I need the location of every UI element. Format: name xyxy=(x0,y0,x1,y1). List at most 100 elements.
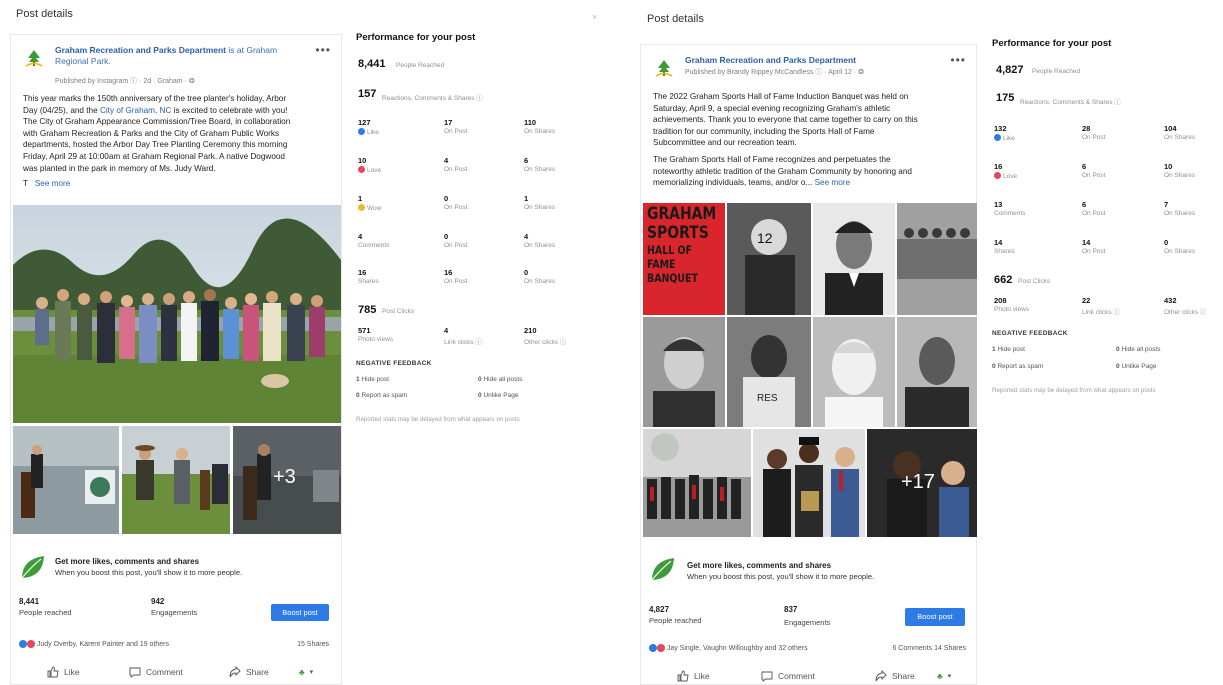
reactions-names[interactable]: Judy Overby, Karent Painter and 19 other… xyxy=(37,641,169,648)
group-photo[interactable] xyxy=(643,429,751,537)
thumbnail-photo[interactable] xyxy=(122,426,230,534)
tree-logo-icon[interactable] xyxy=(653,57,675,79)
post-line: achievements. Thank you to everyone that… xyxy=(653,115,918,125)
engagements-label: Engagements xyxy=(151,608,198,617)
post-line: Day (04/25), and the City of Graham, NC … xyxy=(23,105,288,115)
reactions-summary[interactable]: Judy Overby, Karent Painter and 19 other… xyxy=(19,640,169,648)
city-link[interactable]: City of Graham, NC xyxy=(100,106,171,115)
on-post-label: On Post xyxy=(444,278,468,285)
portrait-photo[interactable] xyxy=(813,203,895,315)
shares-count[interactable]: 15 Shares xyxy=(297,641,329,648)
like-reaction-icon xyxy=(358,128,365,135)
tree-logo-icon[interactable] xyxy=(23,47,45,69)
like-on-post: 17 xyxy=(444,118,453,127)
see-more-link[interactable]: See more xyxy=(815,178,851,187)
reached-label: People Reached xyxy=(396,62,445,69)
on-post-label: On Post xyxy=(444,242,468,249)
boost-post-button[interactable]: Boost post xyxy=(271,604,329,621)
more-photos-count[interactable]: +17 xyxy=(901,471,935,494)
people-reached-value: 4,827 xyxy=(649,605,670,614)
reactions-label: Reactions, Comments & Shares ⓘ xyxy=(1020,99,1121,106)
baseball-photo[interactable]: RES xyxy=(727,317,811,427)
boost-post-button[interactable]: Boost post xyxy=(905,608,965,626)
shares-count-stat: 14 xyxy=(994,238,1003,247)
like-button[interactable]: Like xyxy=(677,670,761,682)
comment-button[interactable]: Comment xyxy=(761,670,875,682)
wow-on-post: 0 xyxy=(444,194,449,203)
boost-subtitle: When you boost this post, you'll show it… xyxy=(687,572,875,581)
love-reaction-icon xyxy=(358,166,365,173)
panel-title: Post details xyxy=(647,13,704,25)
audience-icon[interactable]: ♣ ▾ xyxy=(299,666,313,678)
more-dots-icon[interactable]: ••• xyxy=(315,43,331,57)
share-button[interactable]: Share xyxy=(875,670,937,682)
wow-on-shares: 1 xyxy=(524,194,529,203)
engagements-value: 837 xyxy=(784,605,798,614)
banquet-banner-photo[interactable]: GRAHAM SPORTS HALL OF FAME BANQUET xyxy=(643,203,725,315)
post-card: Graham Recreation and Parks Department i… xyxy=(10,34,342,685)
thumbnail-photo[interactable] xyxy=(13,426,119,534)
share-button[interactable]: Share xyxy=(229,666,299,678)
reactions-value: 157 xyxy=(358,88,377,100)
reached-value: 8,441 xyxy=(358,58,386,70)
page-name[interactable]: Graham Recreation and Parks Department xyxy=(685,55,935,66)
shares-on-post: 14 xyxy=(1082,238,1091,247)
main-photo[interactable] xyxy=(13,205,341,423)
post-actions: Like Comment Share ♣ ▾ xyxy=(677,670,967,682)
close-icon[interactable]: × xyxy=(592,12,597,22)
link-clicks-label: Link clicks ⓘ xyxy=(444,339,482,346)
award-photo[interactable] xyxy=(753,429,865,537)
page-name-text[interactable]: Graham Recreation and Parks Department xyxy=(55,45,226,55)
post-clicks-value: 662 xyxy=(994,274,1013,286)
post-line: was planted in the park in memory of Ms.… xyxy=(23,163,216,173)
on-post-label: On Post xyxy=(1082,248,1106,255)
football-photo[interactable]: 12 xyxy=(727,203,811,315)
negative-feedback-title: NEGATIVE FEEDBACK xyxy=(992,330,1068,337)
shares-on-shares: 0 xyxy=(524,268,529,277)
player-portrait-photo[interactable] xyxy=(643,317,725,427)
banner-line: HALL OF FAME xyxy=(647,243,692,271)
shares-count-stat: 16 xyxy=(358,268,367,277)
comment-button[interactable]: Comment xyxy=(129,666,229,678)
post-actions: Like Comment Share ♣ ▾ xyxy=(47,666,337,678)
report-spam-stat: 0 Report as spam xyxy=(356,392,408,399)
performance-title: Performance for your post xyxy=(356,32,476,43)
screen: Post details × Graham Recreation and Par… xyxy=(0,0,1223,685)
on-shares-label: On Shares xyxy=(1164,172,1196,179)
comments-label: Comments xyxy=(358,242,390,249)
on-post-label: On Post xyxy=(444,166,468,173)
page-name[interactable]: Graham Recreation and Parks Department i… xyxy=(55,45,305,67)
post-details-panel-left: Post details × Graham Recreation and Par… xyxy=(0,0,605,685)
man-portrait-photo[interactable] xyxy=(897,317,977,427)
more-photos-tile[interactable]: +17 xyxy=(867,429,977,537)
comments-shares-count[interactable]: 6 Comments 14 Shares xyxy=(892,645,966,652)
love-on-shares: 10 xyxy=(1164,162,1173,171)
team-photo[interactable] xyxy=(897,203,977,315)
more-dots-icon[interactable]: ••• xyxy=(950,53,966,67)
hide-all-posts-stat: 0 Hide all posts xyxy=(478,376,523,383)
like-button[interactable]: Like xyxy=(47,666,129,678)
audience-icon[interactable]: ♣ ▾ xyxy=(937,670,951,682)
like-count: 132 xyxy=(994,124,1007,133)
performance-panel: Performance for your post 4,827 People R… xyxy=(992,38,1212,394)
thumbnail-photo-more[interactable]: +3 xyxy=(233,426,341,534)
svg-text:12: 12 xyxy=(757,230,773,246)
report-spam-stat: 0 Report as spam xyxy=(992,363,1044,370)
like-label: Like xyxy=(994,134,1015,142)
reactions-summary[interactable]: Jay Single, Vaughn Willoughby and 32 oth… xyxy=(649,644,808,652)
see-more-link[interactable]: See more xyxy=(35,179,71,188)
unlike-page-stat: 0 Unlike Page xyxy=(478,392,519,399)
more-photos-count[interactable]: +3 xyxy=(273,466,296,489)
like-count: 127 xyxy=(358,118,371,127)
post-meta: Published by Instagram ⓘ · 2d · Graham ·… xyxy=(55,78,195,85)
shares-label: Shares xyxy=(358,278,379,285)
smiling-portrait-photo[interactable] xyxy=(813,317,895,427)
wow-reaction-icon xyxy=(358,204,365,211)
other-clicks-label: Other clicks ⓘ xyxy=(524,339,567,346)
love-on-post: 6 xyxy=(1082,162,1087,171)
reactions-names[interactable]: Jay Single, Vaughn Willoughby and 32 oth… xyxy=(667,645,808,652)
on-shares-label: On Shares xyxy=(524,166,556,173)
on-post-label: On Post xyxy=(1082,134,1106,141)
post-card: Graham Recreation and Parks Department P… xyxy=(640,44,977,685)
reactions-value: 175 xyxy=(996,92,1015,104)
